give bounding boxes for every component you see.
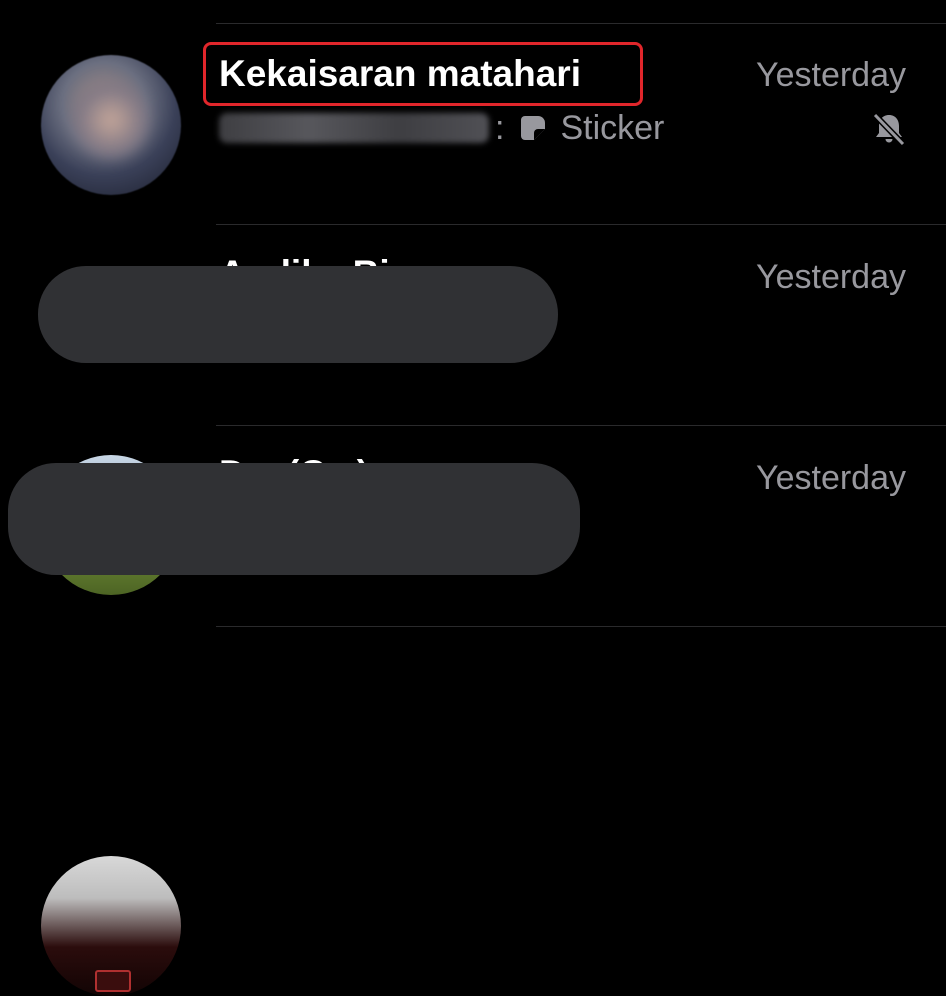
chat-time: Yesterday [756,56,906,94]
message-preview: : Sticker [219,107,664,149]
preview-sender-blurred [219,113,489,143]
muted-bell-icon [872,112,906,147]
row-divider [216,626,946,627]
chat-row-kekaisaran-matahari[interactable]: Kekaisaran matahari Yesterday : Sticker [0,0,946,200]
redaction-overlay [8,463,580,575]
avatar [41,55,181,195]
preview-text: Sticker [560,109,665,147]
highlight-box [203,42,643,106]
redaction-overlay [38,266,558,363]
avatar [41,856,181,996]
sticker-icon [521,116,546,140]
chat-time: Yesterday [756,258,906,296]
chat-time: Yesterday [756,459,906,497]
preview-separator: : [495,109,505,147]
